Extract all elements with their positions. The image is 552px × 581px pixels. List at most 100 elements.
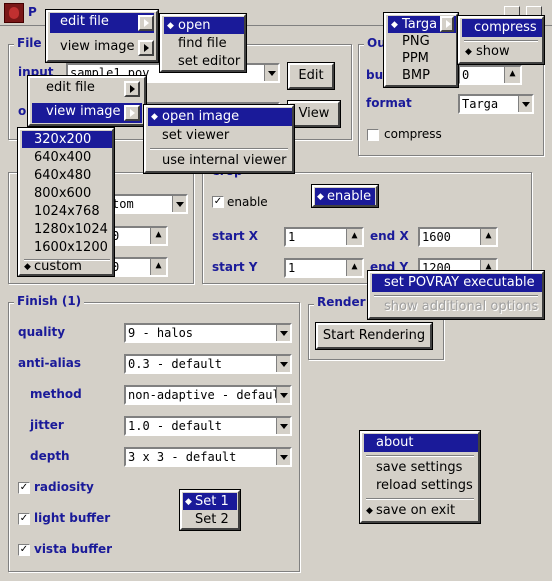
menu-item-enable[interactable]: ◆ enable <box>315 188 375 205</box>
menu-item-view-image[interactable]: view image <box>50 38 154 58</box>
radio-dot-icon: ◆ <box>185 497 192 507</box>
chevron-down-icon[interactable] <box>518 96 532 112</box>
menu-item-show[interactable]: ◆ show <box>462 43 542 61</box>
file-menu-secondary: edit file view image <box>27 75 147 127</box>
menu-item-set-viewer[interactable]: set viewer <box>148 127 292 145</box>
format-combo[interactable]: Targa <box>458 94 534 114</box>
jitter-combo[interactable]: 1.0 - default <box>124 416 292 436</box>
menu-separator <box>464 40 538 42</box>
spin-icon[interactable]: ▲ <box>480 229 496 245</box>
radiosity-checkbox[interactable]: ✓ <box>18 482 30 494</box>
compress-checkbox[interactable] <box>367 129 379 141</box>
start-y-spinbox[interactable]: 1 ▲ <box>284 258 364 278</box>
view-image-submenu: ◆ open image set viewer use internal vie… <box>143 104 295 174</box>
spin-icon[interactable]: ▲ <box>150 259 166 275</box>
start-x-spinbox[interactable]: 1 ▲ <box>284 227 364 247</box>
menu-item-resolution[interactable]: 1600x1200 <box>22 239 112 256</box>
format-menu: ◆ Targa PNG PPM BMP <box>383 12 459 88</box>
depth-combo[interactable]: 3 x 3 - default <box>124 447 292 467</box>
menu-item-resolution[interactable]: 1024x768 <box>22 203 112 220</box>
menu-item-label: view image <box>60 39 135 54</box>
resolution-combo[interactable]: tom <box>108 194 188 214</box>
spin-icon[interactable]: ▲ <box>150 228 166 244</box>
quality-value: 9 - halos <box>128 326 194 340</box>
menu-item-compress[interactable]: compress <box>462 19 542 37</box>
quality-combo[interactable]: 9 - halos <box>124 323 292 343</box>
jitter-value: 1.0 - default <box>128 419 222 433</box>
chevron-down-icon[interactable] <box>276 418 290 434</box>
depth-label: depth <box>30 449 70 463</box>
app-icon[interactable] <box>4 3 24 23</box>
start-x-value: 1 <box>288 230 296 244</box>
menu-item-resolution[interactable]: 320x200 <box>22 131 112 148</box>
menu-separator <box>374 295 538 297</box>
chevron-down-icon[interactable] <box>172 196 186 212</box>
format-submenu: compress ◆ show <box>457 15 545 65</box>
radio-dot-icon: ◆ <box>151 112 158 122</box>
quality-label: quality <box>18 325 66 339</box>
radio-dot-icon: ◆ <box>24 262 31 272</box>
menu-item-open-image[interactable]: ◆ open image <box>148 108 292 126</box>
menu-item-resolution[interactable]: 1280x1024 <box>22 221 112 238</box>
vista-buffer-checkbox[interactable]: ✓ <box>18 544 30 556</box>
view-button[interactable]: View <box>287 100 341 128</box>
height-spinbox[interactable]: 0 ▲ <box>108 257 168 277</box>
radio-dot-icon: ◆ <box>391 20 398 30</box>
menu-item-use-internal-viewer[interactable]: use internal viewer <box>148 152 292 170</box>
chevron-down-icon[interactable] <box>276 325 290 341</box>
buffer-spinbox[interactable]: 0 ▲ <box>458 65 522 85</box>
crop-enable-label: enable <box>227 195 268 209</box>
settings-menu: about save settings reload settings ◆ sa… <box>359 430 481 524</box>
start-y-value: 1 <box>288 261 296 275</box>
depth-value: 3 x 3 - default <box>128 450 237 464</box>
menu-item-set-editor[interactable]: set editor <box>164 53 244 70</box>
chevron-down-icon[interactable] <box>264 65 278 81</box>
menu-item-set-1[interactable]: ◆ Set 1 <box>183 493 237 510</box>
menu-item-format[interactable]: PPM <box>388 50 456 67</box>
edit-button[interactable]: Edit <box>287 62 335 90</box>
menu-item-format[interactable]: ◆ Targa <box>388 16 456 33</box>
spin-icon[interactable]: ▲ <box>504 67 520 83</box>
menu-item-format[interactable]: PNG <box>388 33 456 50</box>
menu-item-custom[interactable]: ◆ custom <box>22 258 112 275</box>
render-group-label: Render <box>314 295 369 309</box>
light-buffer-label: light buffer <box>34 511 111 525</box>
menu-item-edit-file[interactable]: edit file <box>50 13 154 33</box>
menu-item-format[interactable]: BMP <box>388 67 456 84</box>
menu-item-save-on-exit[interactable]: ◆ save on exit <box>364 502 478 520</box>
chevron-down-icon[interactable] <box>276 449 290 465</box>
submenu-arrow-icon <box>440 16 454 32</box>
menu-item-edit-file-2[interactable]: edit file <box>32 79 142 99</box>
menu-separator <box>150 148 288 150</box>
menu-item-set-povray-executable[interactable]: set POVRAY executable <box>372 274 542 292</box>
start-rendering-button[interactable]: Start Rendering <box>315 322 433 350</box>
menu-item-resolution[interactable]: 640x480 <box>22 167 112 184</box>
menu-item-set-2[interactable]: Set 2 <box>183 511 237 528</box>
crop-enable-checkbox[interactable]: ✓ <box>212 196 224 208</box>
radio-dot-icon: ◆ <box>317 192 324 202</box>
menu-item-resolution[interactable]: 800x600 <box>22 185 112 202</box>
light-buffer-checkbox[interactable]: ✓ <box>18 513 30 525</box>
menu-item-save-settings[interactable]: save settings <box>364 459 478 477</box>
menu-item-find-file[interactable]: find file <box>164 35 244 52</box>
chevron-down-icon[interactable] <box>276 356 290 372</box>
chevron-down-icon[interactable] <box>276 387 290 403</box>
submenu-arrow-icon <box>138 40 154 56</box>
end-x-spinbox[interactable]: 1600 ▲ <box>418 227 498 247</box>
width-spinbox[interactable]: 0 ▲ <box>108 226 168 246</box>
menu-separator <box>366 498 474 500</box>
menu-item-view-image-2[interactable]: view image <box>32 103 142 123</box>
spin-icon[interactable]: ▲ <box>346 229 362 245</box>
finish-group-label: Finish (1) <box>14 294 85 308</box>
menu-item-open[interactable]: ◆ open <box>164 17 244 34</box>
menu-item-resolution[interactable]: 640x400 <box>22 149 112 166</box>
menu-item-label: Set 1 <box>195 494 229 509</box>
antialias-combo[interactable]: 0.3 - default <box>124 354 292 374</box>
sets-menu: ◆ Set 1 Set 2 <box>179 489 241 531</box>
spin-icon[interactable]: ▲ <box>346 260 362 276</box>
menu-item-about[interactable]: about <box>364 434 478 452</box>
menu-item-reload-settings[interactable]: reload settings <box>364 477 478 495</box>
files-group-label: File <box>14 36 45 50</box>
method-combo[interactable]: non-adaptive - default <box>124 385 292 405</box>
jitter-label: jitter <box>30 418 64 432</box>
